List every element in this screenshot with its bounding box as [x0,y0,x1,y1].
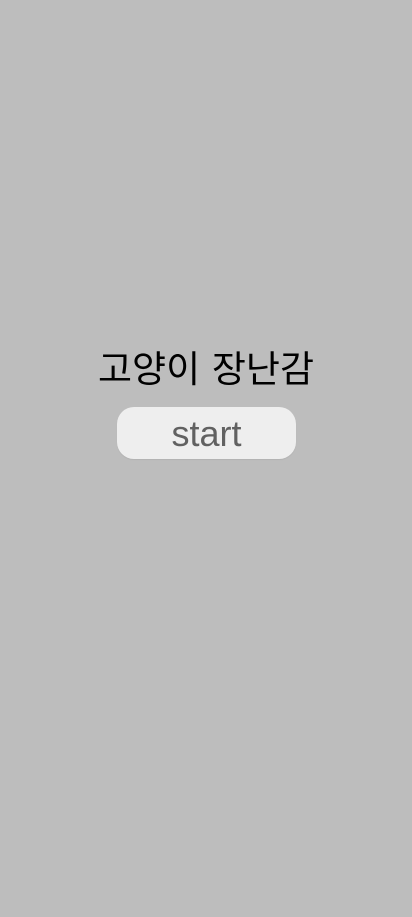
start-button-label: start [171,413,242,454]
app-title: 고양이 장난감 [97,348,314,391]
app-screen: 고양이 장난감 start [0,0,412,917]
start-button[interactable]: start [117,407,296,459]
